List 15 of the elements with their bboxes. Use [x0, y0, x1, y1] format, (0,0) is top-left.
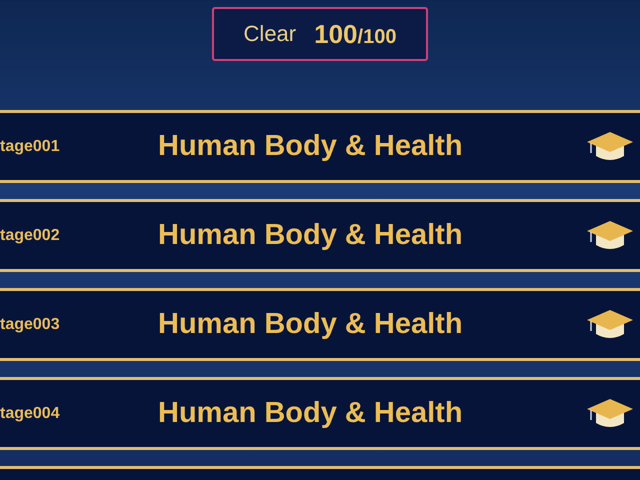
stage-title: Human Body & Health	[158, 130, 464, 163]
stage-row[interactable]: tage001 Human Body & Health	[0, 110, 640, 183]
stage-number: tage004	[0, 404, 61, 422]
stage-number: tage002	[0, 226, 61, 244]
stage-row[interactable]: tage002 Human Body & Health	[0, 199, 640, 272]
stage-number: tage001	[0, 138, 61, 156]
stage-title: Human Body & Health	[158, 397, 464, 430]
stage-row[interactable]: tage004 Human Body & Health	[0, 377, 640, 450]
clear-label: Clear	[244, 21, 296, 47]
score-total: /100	[358, 26, 396, 48]
score-value: 100	[314, 18, 358, 50]
stage-title: Human Body & Health	[158, 219, 464, 252]
stage-title: Human Body & Health	[158, 308, 464, 341]
stage-number: tage003	[0, 316, 61, 334]
stage-row[interactable]: tage003 Human Body & Health	[0, 288, 640, 361]
